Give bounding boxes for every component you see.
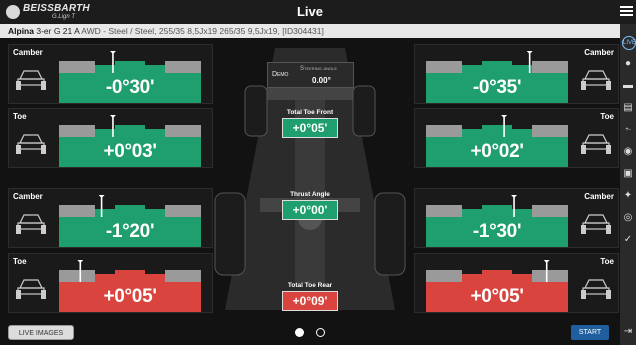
tire-icon[interactable]: ◎ [622, 212, 634, 224]
vehicle-model: 3-er G 21 A [36, 26, 80, 36]
rear-left-toe-panel: Toe +0°05' [8, 253, 213, 313]
measurement-value: +0°05' [103, 286, 157, 307]
tolerance-gauge: -0°30' [59, 49, 201, 103]
demo-label: Demo [272, 71, 289, 78]
exit-icon[interactable]: ⇥ [622, 326, 634, 338]
chassis-illustration [214, 48, 406, 310]
wheel-icon[interactable]: ◉ [622, 146, 634, 158]
tolerance-gauge: +0°02' [426, 113, 568, 167]
vehicle-make: Alpina [8, 26, 34, 36]
rear-left-camber-panel: Camber -1°20' [8, 188, 213, 248]
tolerance-gauge: -1°30' [426, 193, 568, 247]
panel-label: Toe [13, 257, 27, 266]
vehicle-info-bar: Alpina 3-er G 21 A AWD - Steel / Steel, … [0, 24, 620, 38]
panel-label: Camber [13, 48, 43, 57]
page-title: Live [296, 4, 323, 19]
rear-right-toe-panel: Toe +0°05' [414, 253, 619, 313]
car-front-icon [16, 279, 46, 299]
panel-label: Camber [13, 192, 43, 201]
front-left-toe-panel: Toe +0°03' [8, 108, 213, 168]
steering-angle-display: Demo Steering angle 0.00° [267, 62, 354, 88]
measurement-value: +0°05' [470, 286, 524, 307]
top-bar: BEISSBARTH G.Lign T Live [0, 0, 636, 24]
hamburger-menu-icon[interactable] [620, 4, 633, 17]
measurement-value: +0°02' [470, 141, 524, 162]
person-icon[interactable]: ● [622, 58, 634, 70]
measurement-value: -1°20' [105, 221, 155, 242]
tolerance-gauge: +0°05' [59, 258, 201, 312]
adjust-icon[interactable]: +- [622, 124, 634, 136]
wrench-icon[interactable]: ✦ [622, 190, 634, 202]
tolerance-gauge: +0°03' [59, 113, 201, 167]
total-toe-front-value: +0°05' [282, 118, 338, 138]
live-icon[interactable]: LIVE [622, 36, 636, 50]
check-circle-icon[interactable]: ✓ [622, 234, 634, 246]
panel-label: Camber [584, 48, 614, 57]
panel-label: Toe [600, 257, 614, 266]
tolerance-gauge: +0°05' [426, 258, 568, 312]
page-dot-2[interactable] [316, 328, 325, 337]
panel-label: Toe [600, 112, 614, 121]
measurement-value: +0°03' [103, 141, 157, 162]
steering-angle-label: Steering angle [300, 66, 338, 72]
total-toe-rear-label: Total Toe Rear [287, 282, 333, 289]
live-images-button[interactable]: LIVE IMAGES [8, 325, 74, 340]
front-right-toe-panel: Toe +0°02' [414, 108, 619, 168]
measurement-value: -0°30' [105, 77, 155, 98]
steering-angle-value: 0.00° [312, 76, 331, 85]
tolerance-gauge: -0°35' [426, 49, 568, 103]
front-left-camber-panel: Camber -0°30' [8, 44, 213, 104]
car-front-icon [581, 214, 611, 234]
total-toe-front-label: Total Toe Front [286, 109, 334, 116]
car-side-icon[interactable]: ▬ [622, 80, 634, 92]
rear-right-camber-panel: Camber -1°30' [414, 188, 619, 248]
panel-label: Toe [13, 112, 27, 121]
total-toe-rear-box: Total Toe Rear +0°09' [277, 281, 343, 311]
report-icon[interactable]: ▤ [622, 102, 634, 114]
measurement-value: -0°35' [472, 77, 522, 98]
front-right-camber-panel: Camber -0°35' [414, 44, 619, 104]
right-tool-rail: LIVE ● ▬ ▤ +- ◉ ▣ ✦ ◎ ✓ ⇥ [620, 24, 636, 345]
total-toe-rear-value: +0°09' [282, 291, 338, 311]
thrust-angle-label: Thrust Angle [290, 191, 330, 198]
thrust-angle-box: Thrust Angle +0°00' [277, 190, 343, 220]
car-front-icon [581, 70, 611, 90]
page-dot-1[interactable] [295, 328, 304, 337]
tolerance-gauge: -1°20' [59, 193, 201, 247]
start-button[interactable]: START [571, 325, 609, 340]
car-front-icon [16, 214, 46, 234]
total-toe-front-box: Total Toe Front +0°05' [277, 108, 343, 138]
panel-label: Camber [584, 192, 614, 201]
thrust-angle-value: +0°00' [282, 200, 338, 220]
vehicle-spec: AWD - Steel / Steel, 255/35 8,5Jx19 265/… [81, 26, 324, 36]
car-front-icon [16, 134, 46, 154]
car-front-icon [581, 134, 611, 154]
car-front-icon [581, 279, 611, 299]
measurement-value: -1°30' [472, 221, 522, 242]
car-front-icon [16, 70, 46, 90]
clipboard-icon[interactable]: ▣ [622, 168, 634, 180]
